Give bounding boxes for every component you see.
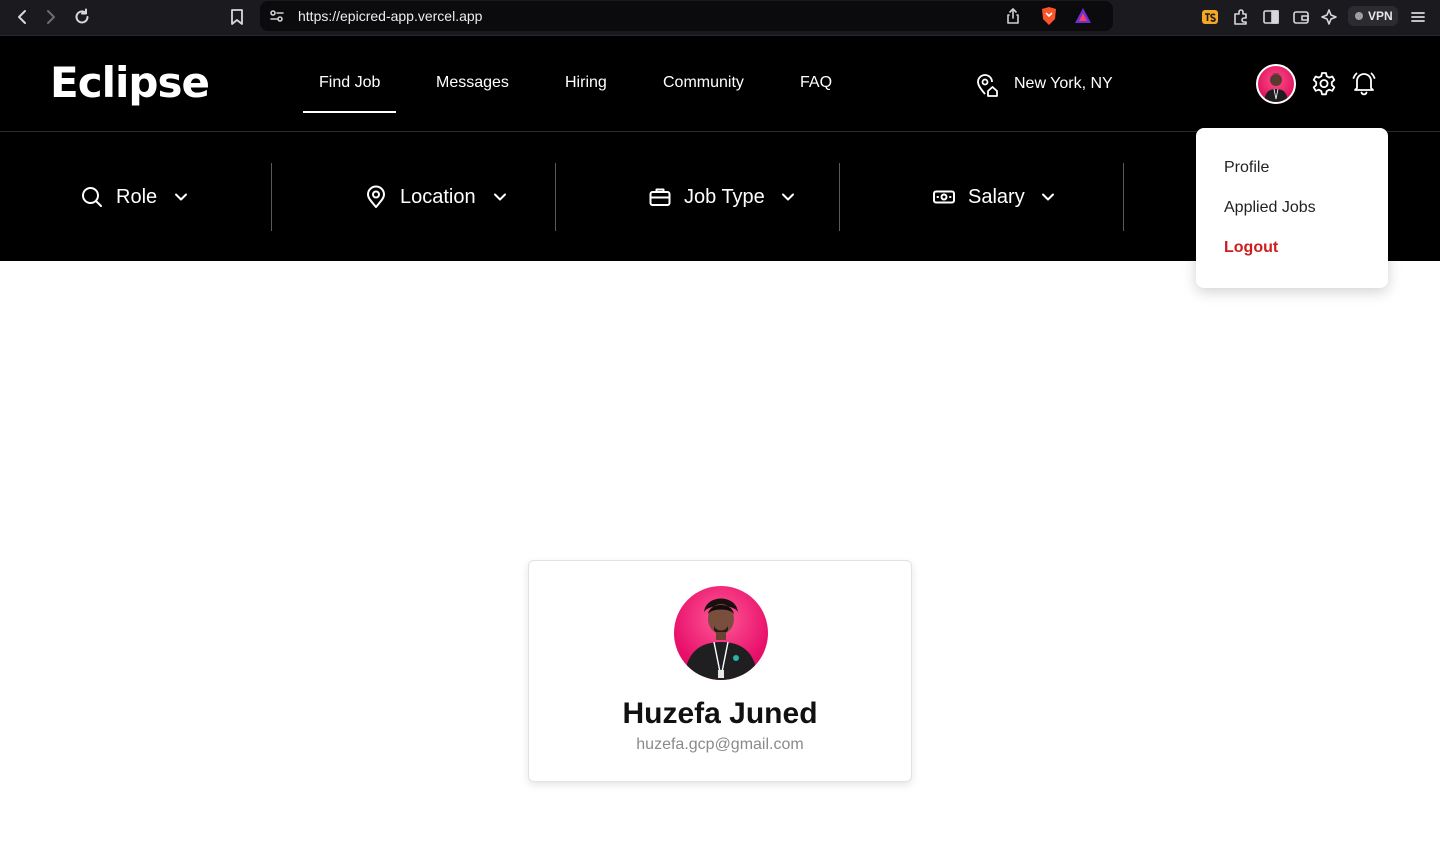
filter-divider	[555, 163, 556, 231]
filter-divider	[839, 163, 840, 231]
brave-rewards-icon[interactable]	[1073, 6, 1093, 26]
filter-job-type-label: Job Type	[684, 186, 765, 208]
nav-find-job[interactable]: Find Job	[319, 74, 380, 92]
nav-community[interactable]: Community	[663, 74, 744, 92]
active-nav-indicator	[303, 111, 396, 113]
sidebar-icon[interactable]	[1261, 7, 1281, 27]
menu-item-applied-jobs[interactable]: Applied Jobs	[1224, 199, 1316, 217]
menu-item-logout[interactable]: Logout	[1224, 239, 1278, 257]
menu-item-profile[interactable]: Profile	[1224, 159, 1269, 177]
reload-icon[interactable]	[72, 7, 92, 27]
browser-toolbar: https://epicred-app.vercel.app VPN	[0, 0, 1440, 36]
profile-photo	[674, 586, 768, 680]
address-bar[interactable]: https://epicred-app.vercel.app	[260, 1, 1113, 31]
notifications-bell-icon[interactable]	[1351, 70, 1377, 96]
chevron-down-icon	[172, 188, 190, 206]
vpn-status-dot	[1355, 12, 1363, 20]
back-icon[interactable]	[12, 7, 32, 27]
profile-card: Huzefa Juned huzefa.gcp@gmail.com	[528, 560, 912, 782]
forward-icon[interactable]	[41, 7, 61, 27]
site-header: Eclipse Find Job Messages Hiring Communi…	[0, 36, 1440, 132]
browser-menu-icon[interactable]	[1408, 7, 1428, 27]
filter-divider	[271, 163, 272, 231]
vpn-label: VPN	[1368, 9, 1393, 23]
location-pin-icon	[364, 185, 388, 209]
bookmark-icon[interactable]	[227, 7, 247, 27]
url-text: https://epicred-app.vercel.app	[298, 8, 483, 24]
settings-gear-icon[interactable]	[1311, 71, 1337, 97]
nav-hiring[interactable]: Hiring	[565, 74, 607, 92]
chevron-down-icon	[491, 188, 509, 206]
location-home-icon	[974, 72, 1000, 98]
chevron-down-icon	[779, 188, 797, 206]
money-icon	[932, 185, 956, 209]
nav-messages[interactable]: Messages	[436, 74, 509, 92]
filter-role-label: Role	[116, 186, 158, 208]
filter-salary-label: Salary	[968, 186, 1025, 208]
logo[interactable]: Eclipse	[50, 58, 210, 107]
user-dropdown-menu: Profile Applied Jobs Logout	[1196, 128, 1388, 288]
profile-name: Huzefa Juned	[622, 697, 818, 730]
extension-ts-icon[interactable]	[1200, 7, 1220, 27]
search-icon	[80, 185, 104, 209]
chevron-down-icon	[1039, 188, 1057, 206]
filter-location-label: Location	[400, 186, 476, 208]
profile-email: huzefa.gcp@gmail.com	[636, 736, 804, 753]
wallet-icon[interactable]	[1291, 7, 1311, 27]
brave-shield-icon[interactable]	[1040, 6, 1058, 26]
nav-faq[interactable]: FAQ	[800, 74, 832, 92]
extensions-icon[interactable]	[1231, 7, 1251, 27]
vpn-button[interactable]: VPN	[1348, 6, 1398, 26]
current-location[interactable]: New York, NY	[1014, 75, 1113, 93]
share-icon[interactable]	[1003, 6, 1023, 26]
site-settings-icon[interactable]	[268, 7, 286, 25]
briefcase-icon	[648, 185, 672, 209]
leo-ai-icon[interactable]	[1320, 7, 1340, 27]
filter-divider	[1123, 163, 1124, 231]
user-avatar[interactable]	[1256, 64, 1296, 104]
